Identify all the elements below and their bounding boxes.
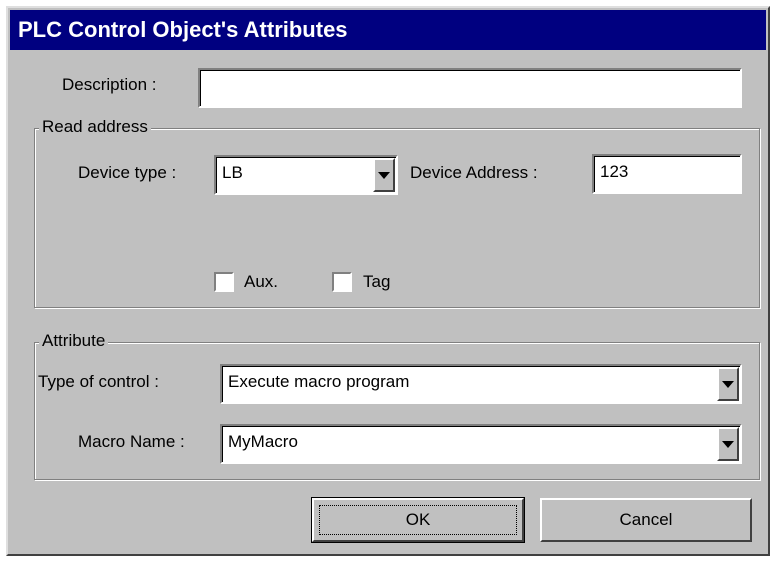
ok-button[interactable]: OK [311, 497, 525, 543]
description-field[interactable] [198, 68, 742, 108]
device-type-label: Device type : [78, 163, 177, 182]
device-type-value: LB [222, 163, 243, 182]
device-address-field[interactable]: 123 [592, 154, 742, 194]
read-address-legend: Read address [39, 117, 151, 137]
macro-name-value: MyMacro [228, 432, 298, 451]
description-label: Description : [62, 75, 157, 94]
plc-control-attributes-dialog: PLC Control Object's Attributes Descript… [6, 6, 770, 556]
focus-rect [319, 505, 517, 535]
device-type-select[interactable]: LB [214, 155, 398, 195]
dialog-title: PLC Control Object's Attributes [10, 10, 766, 50]
cancel-button[interactable]: Cancel [540, 498, 752, 542]
attribute-legend: Attribute [39, 331, 109, 351]
device-address-label: Device Address : [410, 163, 538, 182]
macro-name-select[interactable]: MyMacro [220, 424, 742, 464]
macro-name-label: Macro Name : [78, 432, 185, 451]
aux-label: Aux. [244, 272, 279, 291]
tag-checkbox[interactable] [332, 272, 352, 292]
aux-checkbox[interactable] [214, 272, 234, 292]
device-type-dropdown-button[interactable] [373, 158, 395, 192]
macro-name-dropdown-button[interactable] [717, 427, 739, 461]
type-of-control-value: Execute macro program [228, 372, 410, 391]
type-of-control-label: Type of control : [38, 372, 159, 391]
type-of-control-select[interactable]: Execute macro program [220, 364, 742, 404]
cancel-button-label: Cancel [619, 510, 673, 529]
chevron-down-icon [722, 380, 734, 388]
chevron-down-icon [378, 171, 390, 179]
type-of-control-dropdown-button[interactable] [717, 367, 739, 401]
chevron-down-icon [722, 440, 734, 448]
tag-label: Tag [363, 272, 391, 291]
